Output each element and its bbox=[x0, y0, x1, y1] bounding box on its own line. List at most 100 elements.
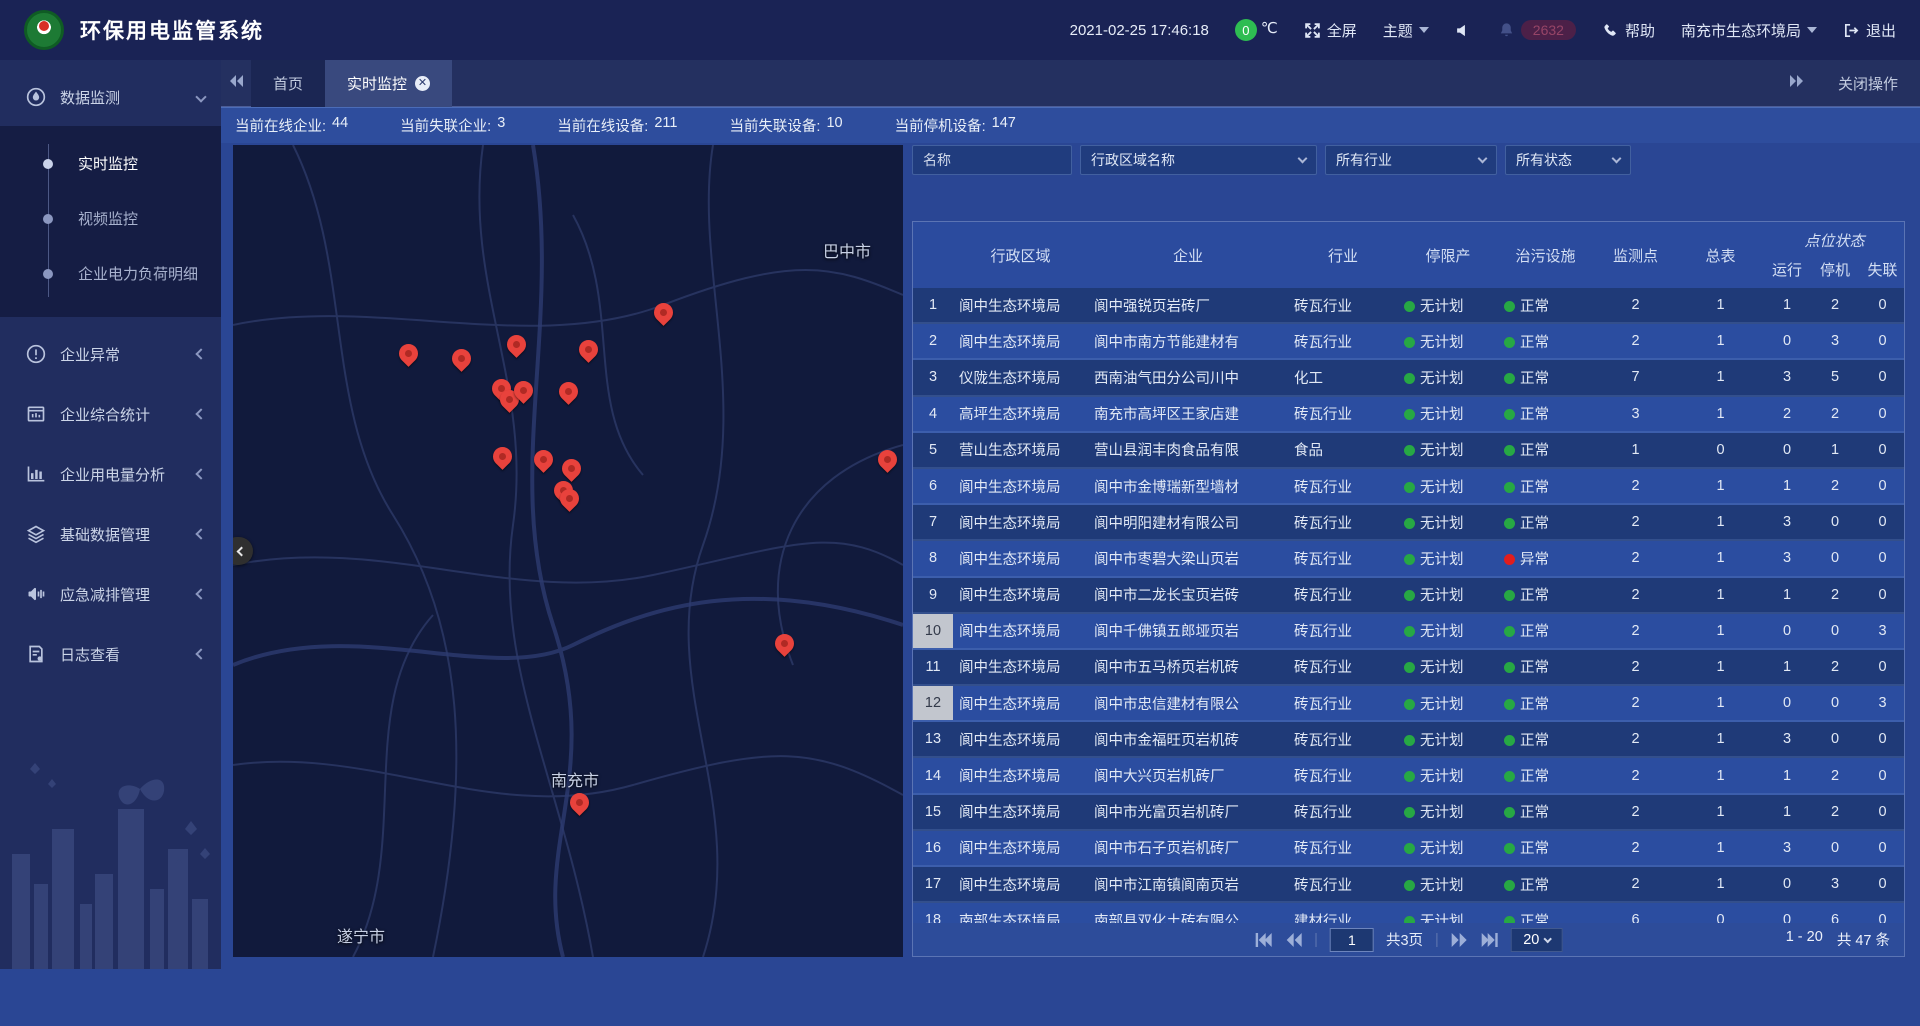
mute-button[interactable] bbox=[1455, 22, 1472, 39]
cell-monitor-points: 3 bbox=[1593, 406, 1678, 422]
table-row[interactable]: 8阆中生态环境局阆中市枣碧大梁山页岩砖瓦行业无计划异常21300 bbox=[913, 541, 1904, 577]
notifications[interactable]: 2632 bbox=[1498, 20, 1576, 40]
stat-value: 44 bbox=[332, 115, 348, 136]
cell-running: 0 bbox=[1763, 623, 1811, 639]
page-size-select[interactable]: 20 bbox=[1511, 928, 1563, 952]
table-row[interactable]: 12阆中生态环境局阆中市忠信建材有限公砖瓦行业无计划正常21003 bbox=[913, 686, 1904, 722]
cell-monitor-points: 2 bbox=[1593, 478, 1678, 494]
first-page-button[interactable] bbox=[1254, 932, 1272, 948]
prev-page-button[interactable] bbox=[1284, 932, 1302, 948]
cell-region: 阆中生态环境局 bbox=[953, 837, 1088, 858]
close-operations-button[interactable]: 关闭操作 bbox=[1838, 73, 1898, 94]
table-row[interactable]: 16阆中生态环境局阆中市石子页岩机砖厂砖瓦行业无计划正常21300 bbox=[913, 831, 1904, 867]
cell-stopped: 0 bbox=[1811, 695, 1859, 711]
table-row[interactable]: 2阆中生态环境局阆中市南方节能建材有砖瓦行业无计划正常21030 bbox=[913, 324, 1904, 360]
status-dot-icon bbox=[1504, 409, 1515, 420]
page-number-input[interactable] bbox=[1331, 929, 1373, 951]
tabs-scroll-right-button[interactable] bbox=[1782, 74, 1812, 92]
table-row[interactable]: 13阆中生态环境局阆中市金福旺页岩机砖砖瓦行业无计划正常21300 bbox=[913, 722, 1904, 758]
cell-stop-production: 无计划 bbox=[1398, 620, 1498, 641]
table-row[interactable]: 4高坪生态环境局南充市高坪区王家店建砖瓦行业无计划正常31220 bbox=[913, 397, 1904, 433]
divider: | bbox=[1435, 932, 1439, 948]
cell-region: 阆中生态环境局 bbox=[953, 693, 1088, 714]
sidebar-item-1[interactable]: 企业异常 bbox=[0, 331, 221, 377]
sidebar-subitem[interactable]: 视频监控 bbox=[0, 191, 221, 246]
status-dot-icon bbox=[1404, 409, 1415, 420]
page-number-field[interactable] bbox=[1330, 928, 1374, 952]
cell-industry: 砖瓦行业 bbox=[1288, 295, 1398, 316]
tab-realtime-monitor[interactable]: 实时监控 ✕ bbox=[325, 60, 452, 107]
cell-stop-production: 无计划 bbox=[1398, 837, 1498, 858]
table-row[interactable]: 1阆中生态环境局阆中强锐页岩砖厂砖瓦行业无计划正常21120 bbox=[913, 288, 1904, 324]
status-dot-icon bbox=[1504, 445, 1515, 456]
table-row[interactable]: 5营山生态环境局营山县润丰肉食品有限食品无计划正常10010 bbox=[913, 433, 1904, 469]
row-index: 17 bbox=[913, 867, 953, 901]
table-row[interactable]: 14阆中生态环境局阆中大兴页岩机砖厂砖瓦行业无计划正常21120 bbox=[913, 758, 1904, 794]
cell-pollution-facility: 正常 bbox=[1498, 656, 1593, 677]
sidebar-subitem[interactable]: 企业电力负荷明细 bbox=[0, 246, 221, 301]
sidebar-item-label: 企业用电量分析 bbox=[60, 464, 197, 485]
table-row[interactable]: 10阆中生态环境局阆中千佛镇五郎垭页岩砖瓦行业无计划正常21003 bbox=[913, 614, 1904, 650]
stat-item: 当前失联设备:10 bbox=[729, 115, 842, 136]
cell-industry: 食品 bbox=[1288, 439, 1398, 460]
table-row[interactable]: 7阆中生态环境局阆中明阳建材有限公司砖瓦行业无计划正常21300 bbox=[913, 505, 1904, 541]
status-dot-icon bbox=[1404, 373, 1415, 384]
name-filter-input[interactable] bbox=[923, 152, 1061, 168]
status-dot-icon bbox=[1504, 807, 1515, 818]
sidebar-item-3[interactable]: 企业用电量分析 bbox=[0, 451, 221, 497]
table-row[interactable]: 3仪陇生态环境局西南油气田分公司川中化工无计划正常71350 bbox=[913, 360, 1904, 396]
cell-stop-production: 无计划 bbox=[1398, 801, 1498, 822]
cell-company: 南充市高坪区王家店建 bbox=[1088, 403, 1288, 424]
tabs-scroll-left-button[interactable] bbox=[221, 74, 251, 93]
map-panel[interactable]: 巴中市南充市遂宁市 bbox=[233, 145, 903, 957]
theme-dropdown[interactable]: 主题 bbox=[1383, 20, 1429, 41]
table-row[interactable]: 17阆中生态环境局阆中市江南镇阆南页岩砖瓦行业无计划正常21030 bbox=[913, 867, 1904, 903]
status-dot-icon bbox=[1504, 301, 1515, 312]
logout-button[interactable]: 退出 bbox=[1843, 20, 1896, 41]
sidebar-item-0[interactable]: 数据监测 bbox=[0, 74, 221, 120]
map-roads bbox=[233, 145, 903, 957]
sidebar-item-4[interactable]: 基础数据管理 bbox=[0, 511, 221, 557]
cell-region: 阆中生态环境局 bbox=[953, 331, 1088, 352]
stat-item: 当前失联企业:3 bbox=[400, 115, 505, 136]
last-page-button[interactable] bbox=[1481, 932, 1499, 948]
cell-running: 0 bbox=[1763, 333, 1811, 349]
sidebar-item-6[interactable]: 日志查看 bbox=[0, 631, 221, 677]
sidebar-item-label: 基础数据管理 bbox=[60, 524, 197, 545]
status-filter-select[interactable]: 所有状态 bbox=[1505, 145, 1631, 175]
fullscreen-button[interactable]: 全屏 bbox=[1304, 20, 1357, 41]
sidebar-item-5[interactable]: 应急减排管理 bbox=[0, 571, 221, 617]
sidebar-subitem[interactable]: 实时监控 bbox=[0, 136, 221, 191]
chevron-down-icon bbox=[1298, 154, 1308, 164]
industry-filter-select[interactable]: 所有行业 bbox=[1325, 145, 1497, 175]
stat-label: 当前在线企业: bbox=[235, 115, 326, 136]
close-tab-icon[interactable]: ✕ bbox=[415, 76, 430, 91]
cell-running: 1 bbox=[1763, 659, 1811, 675]
cell-disconnected: 0 bbox=[1859, 587, 1904, 603]
next-page-button[interactable] bbox=[1451, 932, 1469, 948]
help-button[interactable]: 帮助 bbox=[1602, 20, 1655, 41]
app-title: 环保用电监管系统 bbox=[80, 15, 264, 45]
region-filter-select[interactable]: 行政区域名称 bbox=[1080, 145, 1317, 175]
table-row[interactable]: 9阆中生态环境局阆中市二龙长宝页岩砖砖瓦行业无计划正常21120 bbox=[913, 578, 1904, 614]
table-row[interactable]: 11阆中生态环境局阆中市五马桥页岩机砖砖瓦行业无计划正常21120 bbox=[913, 650, 1904, 686]
cell-industry: 砖瓦行业 bbox=[1288, 837, 1398, 858]
caret-down-icon bbox=[1419, 27, 1429, 33]
sidebar-item-2[interactable]: 企业综合统计 bbox=[0, 391, 221, 437]
name-filter-field[interactable] bbox=[912, 145, 1072, 175]
map-city-label: 遂宁市 bbox=[337, 923, 385, 947]
tab-home[interactable]: 首页 bbox=[251, 60, 325, 107]
table-row[interactable]: 18南部生态环境局南部县双化土砖有限公建材行业无计划正常60060 bbox=[913, 903, 1904, 924]
table-row[interactable]: 15阆中生态环境局阆中市光富页岩机砖厂砖瓦行业无计划正常21120 bbox=[913, 795, 1904, 831]
bullet-dot-icon bbox=[43, 214, 53, 224]
cell-pollution-facility: 正常 bbox=[1498, 801, 1593, 822]
alert-icon bbox=[26, 344, 46, 364]
cell-monitor-points: 2 bbox=[1593, 695, 1678, 711]
cell-stop-production: 无计划 bbox=[1398, 656, 1498, 677]
table-row[interactable]: 6阆中生态环境局阆中市金博瑞新型墙材砖瓦行业无计划正常21120 bbox=[913, 469, 1904, 505]
chevron-left-icon bbox=[195, 588, 206, 599]
org-dropdown[interactable]: 南充市生态环境局 bbox=[1681, 20, 1817, 41]
pagination-bar: | 共3页 | 20 bbox=[913, 923, 1904, 956]
cell-total-meter: 1 bbox=[1678, 369, 1763, 385]
stat-value: 3 bbox=[497, 115, 505, 136]
